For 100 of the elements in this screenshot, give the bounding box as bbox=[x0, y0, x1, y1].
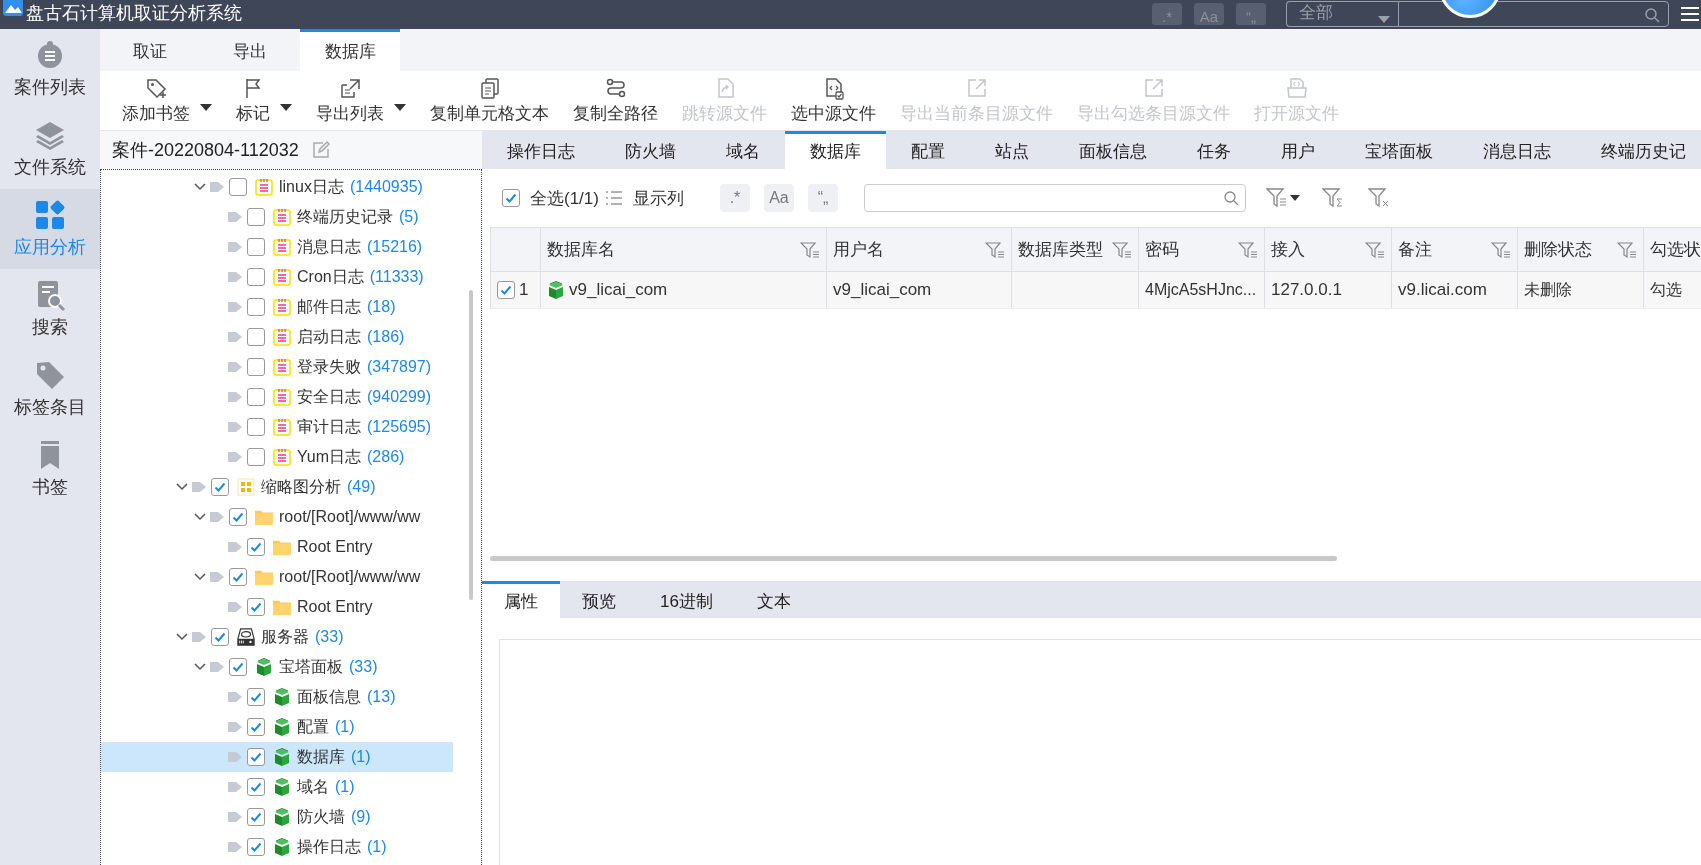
tab[interactable]: 配置 bbox=[886, 131, 970, 169]
tab[interactable]: 文本 bbox=[734, 581, 813, 618]
tab[interactable]: 宝塔面板 bbox=[1340, 131, 1458, 169]
tree-row[interactable]: root/[Root]/www/ww bbox=[101, 502, 453, 532]
search-field[interactable] bbox=[1398, 1, 1669, 27]
toolbar-button[interactable]: 导出列表 bbox=[304, 71, 418, 130]
sidebar-item[interactable]: 标签条目 bbox=[0, 349, 100, 429]
toggle-button[interactable]: “„ bbox=[807, 184, 838, 212]
column-header[interactable]: 密码 bbox=[1139, 228, 1265, 271]
column-header[interactable]: 删除状态 bbox=[1518, 228, 1644, 271]
scrollbar[interactable] bbox=[469, 290, 473, 600]
toolbar-button[interactable]: 添加书签 bbox=[110, 71, 224, 130]
menu-icon[interactable] bbox=[1681, 6, 1699, 22]
checkbox[interactable] bbox=[247, 688, 265, 706]
tree-row[interactable]: 邮件日志 (18) bbox=[101, 292, 453, 322]
select-all-label[interactable]: 全选(1/1) bbox=[530, 186, 599, 210]
checkbox[interactable] bbox=[211, 628, 229, 646]
filter-icon[interactable] bbox=[1365, 240, 1385, 259]
tab[interactable]: 数据库 bbox=[785, 131, 886, 169]
checkbox[interactable] bbox=[247, 748, 265, 766]
checkbox[interactable] bbox=[247, 838, 265, 856]
checkbox[interactable] bbox=[229, 508, 247, 526]
checkbox[interactable] bbox=[247, 598, 265, 616]
checkbox[interactable] bbox=[247, 448, 265, 466]
toggle-button[interactable]: Aa bbox=[763, 184, 794, 212]
filter-icon[interactable] bbox=[1112, 240, 1132, 259]
column-header[interactable]: 用户名 bbox=[827, 228, 1012, 271]
checkbox[interactable] bbox=[247, 328, 265, 346]
tree-row[interactable]: 操作日志 (1) bbox=[101, 832, 453, 862]
tab[interactable]: 站点 bbox=[970, 131, 1054, 169]
tab[interactable]: 消息日志 bbox=[1458, 131, 1576, 169]
sidebar-item[interactable]: 案件列表 bbox=[0, 29, 100, 109]
tree-row[interactable]: 域名 (1) bbox=[101, 772, 453, 802]
tree-row[interactable]: 缩略图分析 (49) bbox=[101, 472, 453, 502]
tree-row[interactable]: 宝塔面板 (33) bbox=[101, 652, 453, 682]
checkbox[interactable] bbox=[229, 658, 247, 676]
tab[interactable]: 任务 bbox=[1172, 131, 1256, 169]
checkbox[interactable] bbox=[247, 238, 265, 256]
tree-row[interactable]: 审计日志 (125695) bbox=[101, 412, 453, 442]
checkbox[interactable] bbox=[247, 418, 265, 436]
tab[interactable]: 防火墙 bbox=[600, 131, 701, 169]
tree-row[interactable]: Root Entry bbox=[101, 532, 453, 562]
checkbox[interactable] bbox=[229, 568, 247, 586]
column-header[interactable]: 数据库名 bbox=[541, 228, 827, 271]
tree-row[interactable]: 防火墙 (9) bbox=[101, 802, 453, 832]
show-columns-label[interactable]: 显示列 bbox=[632, 186, 684, 210]
toolbar-button[interactable]: 复制全路径 bbox=[561, 71, 670, 130]
tree-row[interactable]: 面板信息 (13) bbox=[101, 682, 453, 712]
checkbox[interactable] bbox=[497, 281, 515, 299]
menu-tab[interactable]: 导出 bbox=[200, 29, 300, 71]
tab[interactable]: 预览 bbox=[560, 581, 638, 618]
filter-icon[interactable] bbox=[1238, 240, 1258, 259]
scope-dropdown[interactable]: 全部 bbox=[1286, 1, 1398, 27]
tab[interactable]: 终端历史记 bbox=[1576, 131, 1701, 169]
filter-icon[interactable] bbox=[1491, 240, 1511, 259]
tree-row[interactable]: linux日志 (1440935) bbox=[101, 172, 453, 202]
tree-row[interactable]: 消息日志 (15216) bbox=[101, 232, 453, 262]
tab[interactable]: 16进制 bbox=[638, 581, 735, 618]
checkbox[interactable] bbox=[247, 718, 265, 736]
edit-icon[interactable] bbox=[310, 140, 331, 160]
toolbar-button[interactable]: 选中源文件 bbox=[779, 71, 888, 130]
tree-row[interactable]: Root Entry bbox=[101, 592, 453, 622]
horizontal-scrollbar[interactable] bbox=[490, 556, 1337, 561]
tab[interactable]: 属性 bbox=[482, 581, 560, 618]
checkbox[interactable] bbox=[247, 268, 265, 286]
tree-row[interactable]: 安全日志 (940299) bbox=[101, 382, 453, 412]
tab[interactable]: 操作日志 bbox=[482, 131, 600, 169]
toolbar-button[interactable]: 复制单元格文本 bbox=[418, 71, 561, 130]
checkbox[interactable] bbox=[247, 388, 265, 406]
tab[interactable]: 面板信息 bbox=[1054, 131, 1172, 169]
tab[interactable]: 用户 bbox=[1256, 131, 1340, 169]
checkbox[interactable] bbox=[247, 808, 265, 826]
column-header[interactable]: 备注 bbox=[1392, 228, 1518, 271]
column-header[interactable]: 数据库类型 bbox=[1012, 228, 1139, 271]
checkbox[interactable] bbox=[229, 178, 247, 196]
list-icon[interactable] bbox=[604, 190, 623, 206]
column-header[interactable]: 接入 bbox=[1265, 228, 1392, 271]
filter-dropdown-icon[interactable] bbox=[1265, 187, 1302, 209]
tab[interactable]: 域名 bbox=[701, 131, 785, 169]
sidebar-item[interactable]: 搜索 bbox=[0, 269, 100, 349]
column-header[interactable]: 勾选状 bbox=[1644, 228, 1701, 271]
checkbox[interactable] bbox=[247, 778, 265, 796]
sidebar-item[interactable]: 书签 bbox=[0, 429, 100, 509]
tree-row[interactable]: Yum日志 (286) bbox=[101, 442, 453, 472]
tree-row[interactable]: 登录失败 (347897) bbox=[101, 352, 453, 382]
checkbox[interactable] bbox=[502, 189, 520, 207]
checkbox[interactable] bbox=[247, 208, 265, 226]
tree-row[interactable]: 配置 (1) bbox=[101, 712, 453, 742]
checkbox[interactable] bbox=[247, 358, 265, 376]
tree-row[interactable]: Cron日志 (11333) bbox=[101, 262, 453, 292]
tree-row[interactable]: 终端历史记录 (5) bbox=[101, 202, 453, 232]
toolbar-button[interactable]: 标记 bbox=[224, 71, 304, 130]
filter-icon[interactable] bbox=[985, 240, 1005, 259]
toggle-button[interactable]: .* bbox=[719, 184, 750, 212]
sidebar-item[interactable]: 文件系统 bbox=[0, 109, 100, 189]
filter-icon[interactable] bbox=[800, 240, 820, 259]
checkbox[interactable] bbox=[247, 298, 265, 316]
tree-row[interactable]: 数据库 (1) bbox=[101, 742, 453, 772]
tree-row[interactable]: 启动日志 (186) bbox=[101, 322, 453, 352]
checkbox[interactable] bbox=[247, 538, 265, 556]
